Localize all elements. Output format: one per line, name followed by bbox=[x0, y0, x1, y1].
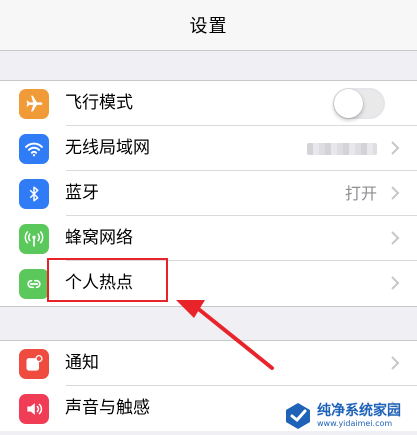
annotation-arrow-icon bbox=[176, 300, 274, 370]
watermark-title: 纯净系统家园 bbox=[317, 402, 401, 419]
watermark-url: www.yidaimei.com bbox=[317, 418, 393, 428]
watermark: 纯净系统家园 www.yidaimei.com bbox=[283, 396, 417, 435]
watermark-logo-icon bbox=[286, 402, 310, 429]
